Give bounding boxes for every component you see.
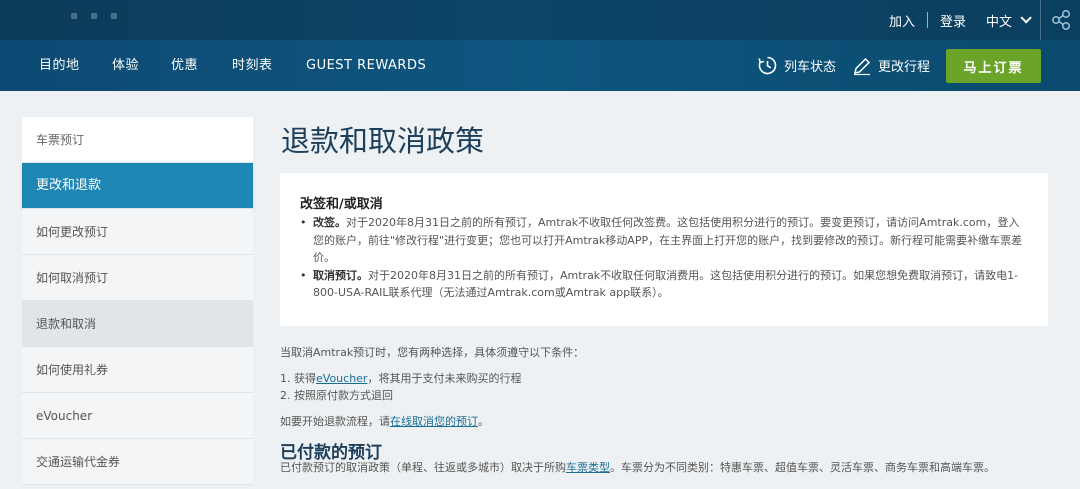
sidebar-item-transit-voucher[interactable]: 交通运输代金券 [22, 439, 253, 485]
list-item: 取消预订。对于2020年8月31日之前的所有预订，Amtrak不收取任何取消费用… [300, 267, 1026, 302]
language-label: 中文 [985, 14, 1012, 30]
page-title: 退款和取消政策 [281, 124, 485, 158]
paid-booking-text: 已付款预订的取消政策（单程、往返或多城市）取决于所购车票类型。车票分为不同类别：… [280, 460, 1050, 476]
join-link[interactable]: 加入 [889, 11, 915, 30]
intro-text: 当取消Amtrak预订时，您有两种选择，具体须遵守以下条件： [280, 346, 585, 359]
notice-heading: 改签和/或取消 [300, 197, 383, 212]
change-label: 改签。 [313, 216, 346, 229]
nav-guest-rewards[interactable]: GUEST REWARDS [306, 40, 426, 91]
train-status-label: 列车状态 [784, 60, 837, 75]
evoucher-link[interactable]: eVoucher [316, 372, 367, 385]
cancel-online-link[interactable]: 在线取消您的预订 [390, 415, 478, 428]
top-links: 加入 登录 中文 [889, 0, 1080, 40]
clock-icon [758, 56, 777, 75]
sidebar-item-how-to-change[interactable]: 如何更改预订 [22, 209, 253, 255]
nav-schedules[interactable]: 时刻表 [232, 40, 273, 91]
policy-notice-box: 改签和/或取消 改签。对于2020年8月31日之前的所有预订，Amtrak不收取… [280, 173, 1048, 326]
sidebar-item-refund-cancel[interactable]: 退款和取消 [22, 301, 253, 347]
top-utility-bar: ▪ ▪ ▪ 加入 登录 中文 [0, 0, 1080, 40]
login-link[interactable]: 登录 [940, 11, 966, 30]
paid-prefix: 已付款预订的取消政策（单程、往返或多城市）取决于所购 [280, 461, 566, 474]
option-1: 1. 获得eVoucher，将其用于支付未来购买的行程 [280, 371, 521, 387]
sidebar-item-how-to-cancel[interactable]: 如何取消预订 [22, 255, 253, 301]
sidebar-item-gift-cert[interactable]: 如何使用礼券 [22, 347, 253, 393]
start-prefix: 如要开始退款流程，请 [280, 415, 390, 428]
option-2: 2. 按照原付款方式退回 [280, 389, 393, 402]
list-item: 改签。对于2020年8月31日之前的所有预订，Amtrak不收取任何改签费。这包… [300, 214, 1026, 267]
share-button[interactable] [1040, 0, 1080, 40]
pencil-icon [854, 57, 871, 75]
book-now-button[interactable]: 马上订票 [946, 49, 1041, 83]
main-nav: 目的地 体验 优惠 时刻表 GUEST REWARDS 列车状态 更改行程 马上… [0, 40, 1080, 91]
nav-destinations[interactable]: 目的地 [39, 40, 80, 91]
cancel-label: 取消预订。 [313, 268, 368, 282]
chevron-down-icon [1020, 12, 1032, 24]
modify-trip-link[interactable]: 更改行程 [852, 40, 930, 91]
divider [926, 12, 928, 28]
change-text: 对于2020年8月31日之前的所有预订，Amtrak不收取任何改签费。这包括使用… [313, 216, 1023, 264]
language-selector[interactable]: 中文 [985, 11, 1032, 30]
train-status-link[interactable]: 列车状态 [757, 40, 836, 91]
sidebar-item-changes-refunds[interactable]: 更改和退款 [22, 163, 253, 209]
paid-suffix: 。车票分为不同类别：特惠车票、超值车票、灵活车票、商务车票和高端车票。 [610, 461, 995, 474]
start-refund-text: 如要开始退款流程，请在线取消您的预订。 [280, 414, 489, 430]
share-icon [1051, 10, 1070, 30]
sidebar-item-booking[interactable]: 车票预订 [22, 117, 253, 163]
logo[interactable]: ▪ ▪ ▪ [70, 8, 122, 22]
notice-list: 改签。对于2020年8月31日之前的所有预订，Amtrak不收取任何改签费。这包… [300, 214, 1026, 302]
option-1-prefix: 1. 获得 [280, 372, 316, 385]
cancel-text: 对于2020年8月31日之前的所有预订，Amtrak不收取任何取消费用。这包括使… [313, 268, 1019, 300]
option-1-suffix: ，将其用于支付未来购买的行程 [367, 372, 522, 385]
sidebar: 车票预订 更改和退款 如何更改预订 如何取消预订 退款和取消 如何使用礼券 eV… [22, 117, 253, 485]
start-suffix: 。 [478, 415, 489, 428]
nav-experiences[interactable]: 体验 [112, 40, 139, 91]
nav-deals[interactable]: 优惠 [171, 40, 198, 91]
ticket-type-link[interactable]: 车票类型 [566, 461, 610, 474]
sidebar-item-evoucher[interactable]: eVoucher [22, 393, 253, 439]
modify-trip-label: 更改行程 [878, 60, 931, 75]
